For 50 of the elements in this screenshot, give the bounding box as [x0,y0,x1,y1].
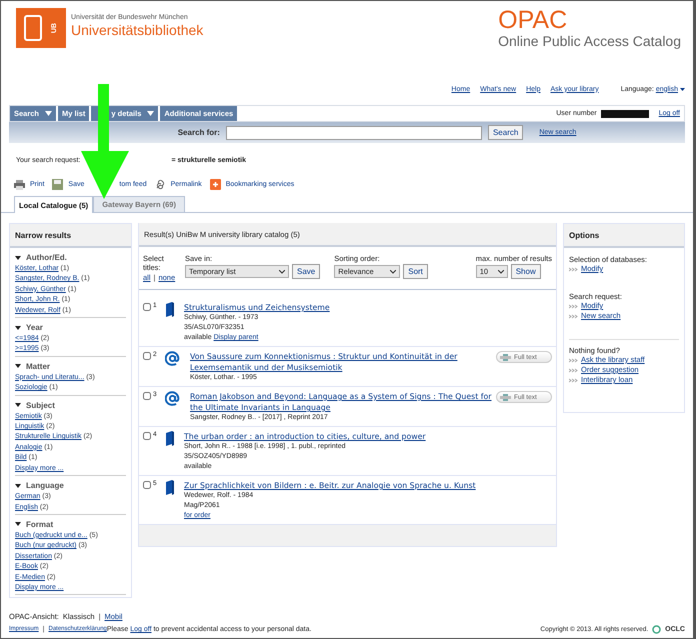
facet-heading: Year [26,323,43,332]
redaction-bar [600,110,649,118]
sort-button[interactable]: Sort [403,264,428,279]
save-button[interactable]: Save [292,264,320,279]
facet-heading: Subject [26,400,55,410]
show-button[interactable]: Show [510,264,541,279]
result-checkbox[interactable] [143,432,151,440]
double-arrow-icon [569,314,578,318]
plus-icon [210,178,221,190]
document-icon [500,394,511,400]
facet-heading: Matter [26,362,50,371]
library-name: Universitätsbibliothek [71,22,204,38]
chain-link-icon [154,178,166,190]
dropdown-arrow-icon [680,88,685,90]
collapse-triangle-icon [15,403,21,408]
book-icon [165,431,174,446]
result-checkbox[interactable] [143,352,151,360]
ring-logo-icon [652,625,662,634]
collapse-triangle-icon [15,522,21,526]
search-button[interactable]: Search [488,125,524,140]
search-label: Search for: [178,128,220,137]
double-arrow-icon [569,368,578,372]
collapse-triangle-icon [15,364,21,368]
book-icon [165,302,174,317]
panel-title: Options [564,224,684,248]
app-title: OPAC [498,8,568,33]
document-icon [500,354,511,360]
result-checkbox[interactable] [143,481,151,489]
facet-heading: Language [26,481,64,490]
double-arrow-icon [569,378,578,382]
at-sign-icon [165,391,180,406]
double-arrow-icon [569,358,578,362]
facet-heading: Format [26,520,54,529]
caret-icon [147,111,154,116]
collapse-triangle-icon [15,326,21,330]
printer-icon [14,178,25,190]
tablet-icon [24,15,42,41]
double-arrow-icon [569,304,578,308]
double-arrow-icon [569,266,578,272]
at-sign-icon [165,351,180,366]
panel-title: Narrow results [10,224,131,248]
app-subtitle: Online Public Access Catalog [498,33,681,49]
result-checkbox[interactable] [143,392,151,400]
book-icon [165,480,174,495]
caret-icon [45,111,52,116]
search-field[interactable] [226,126,482,140]
facet-heading: Author/Ed. [26,253,67,262]
result-checkbox[interactable] [143,303,151,311]
collapse-triangle-icon [15,256,21,260]
collapse-triangle-icon [15,484,21,488]
